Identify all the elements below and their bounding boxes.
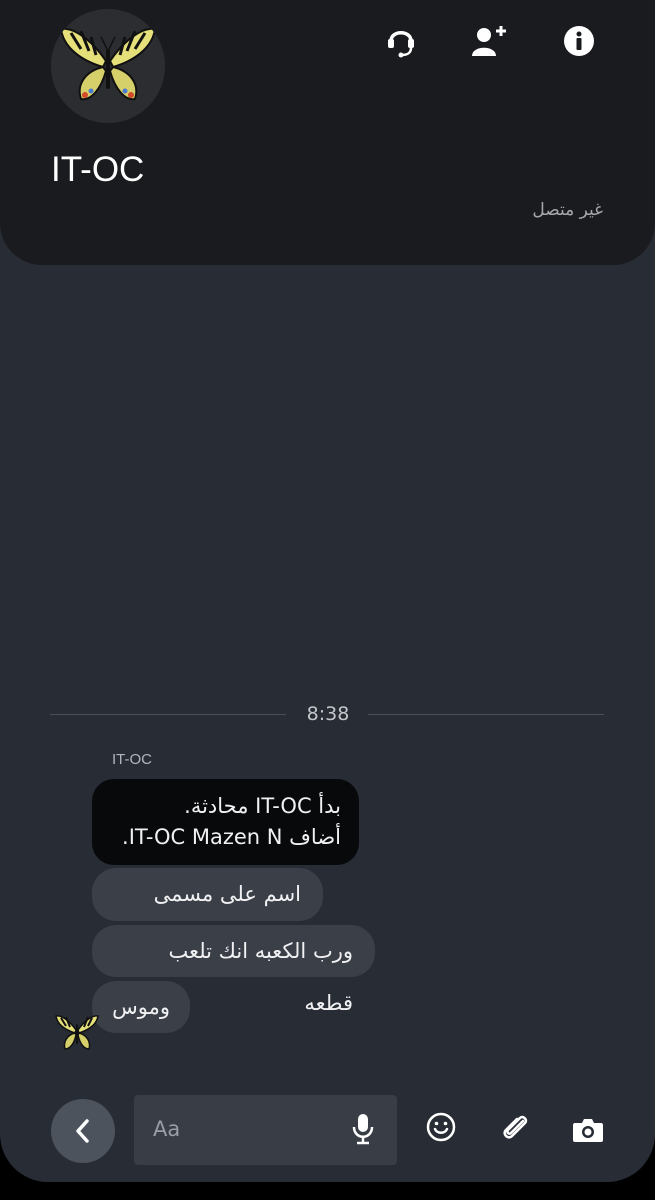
chat-title: IT-OC: [51, 150, 145, 189]
message-bubble[interactable]: وموس: [92, 981, 190, 1033]
presence-status: غير متصل: [532, 200, 603, 220]
camera-icon[interactable]: [572, 1117, 604, 1143]
info-icon[interactable]: [560, 22, 598, 60]
headset-icon[interactable]: [382, 22, 420, 60]
chat-header: IT-OC غير متصل: [0, 0, 655, 265]
system-message[interactable]: بدأ IT-OC محادثة. أضاف IT-OC Mazen N.: [92, 779, 359, 865]
message-bubble[interactable]: ورب الكعبه انك تلعب قطعه: [92, 925, 375, 1015]
butterfly-icon: [51, 9, 165, 123]
back-button[interactable]: [51, 1099, 115, 1163]
group-avatar[interactable]: [51, 9, 165, 123]
system-message-line: بدأ IT-OC محادثة.: [184, 794, 341, 818]
sender-avatar[interactable]: [54, 1012, 100, 1052]
time-divider-label: 8:38: [306, 703, 350, 725]
message-input-placeholder: Aa: [153, 1117, 181, 1141]
time-divider-right: [368, 714, 604, 715]
emoji-icon[interactable]: [426, 1112, 456, 1142]
chat-screen: IT-OC غير متصل 8:38 IT-OC بدأ IT-OC محاد…: [0, 0, 655, 1182]
message-bubble[interactable]: اسم على مسمى نجس: [92, 868, 323, 959]
paperclip-icon[interactable]: [500, 1112, 530, 1144]
time-divider-left: [50, 714, 286, 715]
system-message-line: أضاف IT-OC Mazen N.: [122, 825, 341, 849]
sender-name: IT-OC: [112, 751, 152, 768]
add-person-icon[interactable]: [470, 22, 508, 60]
microphone-icon[interactable]: [352, 1113, 374, 1145]
chevron-left-icon: [76, 1119, 89, 1143]
message-input[interactable]: Aa: [134, 1095, 397, 1165]
